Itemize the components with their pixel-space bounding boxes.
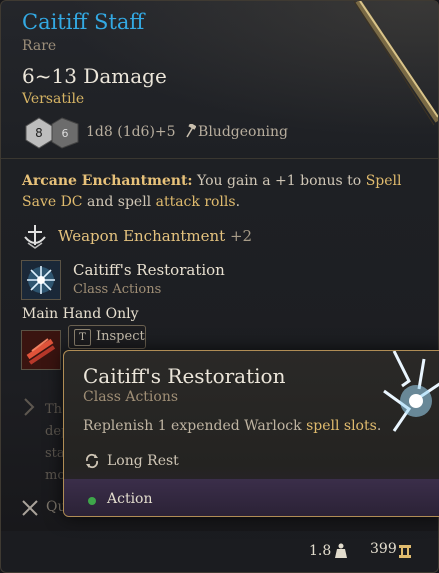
d8-die-icon: 8 [25,117,53,149]
weapon-enchantment-label: Weapon Enchantment +2 [58,227,252,245]
gold-icon [399,545,411,558]
inspect-key: T [74,329,91,346]
spell-slots-link[interactable]: spell slots [306,418,377,434]
enchantment-text-a: You gain a +1 bonus to [192,173,366,189]
attack-rolls-link[interactable]: attack rolls [156,194,236,210]
item-damage: 6~13 Damage [22,64,167,88]
inspect-label: Inspect [96,329,145,344]
inspect-button[interactable]: T Inspect [68,325,146,349]
enchantment-text-b: and spell [82,194,156,210]
action-tooltip-popup: Caitiff's Restoration Class Actions Repl… [63,350,439,517]
item-weight: 1.8 [309,543,332,559]
weapon-enchantment-name: Weapon Enchantment [58,227,226,245]
d6-die-icon: 6 [51,117,79,149]
section-divider [1,158,438,159]
main-hand-icon[interactable] [21,330,61,370]
hammer-icon [186,124,197,138]
crossed-swords-icon [22,500,38,516]
tooltip-title: Caitiff's Restoration [83,364,286,388]
damage-roll-line: 1d8 (1d6)+5 Bludgeoning [86,124,288,140]
granted-action-name: Caitiff's Restoration [73,261,225,279]
tooltip-description: Replenish 1 expended Warlock spell slots… [83,418,381,434]
arcane-enchantment-text: Arcane Enchantment: You gain a +1 bonus … [22,171,417,213]
caitiff-restoration-icon[interactable] [21,260,61,300]
item-rarity: Rare [22,38,57,54]
weapon-enchantment-icon [24,225,46,249]
main-hand-only-label: Main Hand Only [22,306,139,322]
tooltip-cost: Action [107,491,153,507]
dice-icons: 8 6 [25,117,79,149]
svg-text:8: 8 [35,126,43,140]
weight-icon [335,543,347,558]
lightning-artwork [383,351,439,432]
item-value: 399 [370,541,397,557]
tooltip-category: Class Actions [83,389,179,405]
weapon-enchantment-bonus: +2 [229,227,253,245]
item-property: Versatile [22,91,85,107]
item-name: Caitiff Staff [22,10,145,34]
staff-artwork [353,1,438,126]
tooltip-recharge: Long Rest [107,453,179,469]
enchantment-text-c: . [235,194,241,210]
action-cost-dot [88,497,96,505]
enchantment-name: Arcane Enchantment: [22,173,193,189]
granted-action-category: Class Actions [73,282,162,297]
damage-roll: 1d8 (1d6)+5 [86,124,176,140]
passive-icon [24,398,35,416]
damage-type: Bludgeoning [198,124,288,140]
tooltip-desc-b: . [376,418,382,434]
long-rest-icon [85,453,99,469]
svg-text:6: 6 [62,127,69,140]
tooltip-desc-a: Replenish 1 expended Warlock [83,418,307,434]
